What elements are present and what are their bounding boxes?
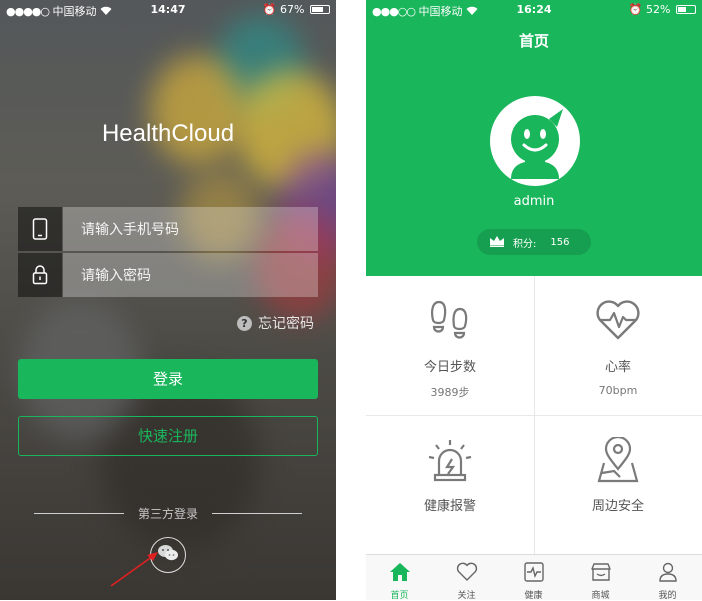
background-blur	[150, 55, 245, 165]
tab-label: 商城	[591, 591, 610, 601]
card-title: 今日步数	[423, 360, 476, 375]
card-title: 心率	[604, 360, 631, 375]
forgot-password-link[interactable]: ? 忘记密码	[237, 313, 314, 333]
app-title: HealthCloud	[101, 120, 235, 147]
card-value: 70bpm	[598, 384, 638, 397]
points-value: 156	[550, 236, 570, 248]
tab-mine[interactable]: 我的	[634, 555, 701, 601]
tab-store[interactable]: 商城	[567, 555, 634, 601]
divider	[212, 513, 302, 514]
battery-percent: 67%	[280, 3, 305, 16]
tab-label: 健康	[524, 591, 543, 601]
footsteps-icon	[366, 298, 534, 344]
password-input[interactable]	[63, 253, 318, 297]
page-title: 首页	[518, 32, 549, 50]
phone-icon	[18, 207, 62, 251]
crown-icon	[489, 235, 505, 250]
question-icon: ?	[237, 315, 252, 331]
register-button[interactable]: 快速注册	[18, 416, 318, 456]
avatar-face-icon	[511, 109, 563, 179]
heartbeat-icon	[534, 298, 702, 344]
points-label: 积分:	[513, 238, 537, 250]
status-bar: ●●●○○ 中国移动 16:24 ⏰ 52%	[366, 0, 702, 20]
alarm-icon	[366, 437, 534, 483]
battery-percent: 52%	[646, 3, 671, 16]
battery-icon	[676, 5, 696, 14]
avatar[interactable]	[490, 96, 580, 186]
tab-home[interactable]: 首页	[366, 555, 433, 601]
store-icon	[567, 562, 634, 584]
tab-follow[interactable]: 关注	[433, 555, 500, 601]
status-bar: ●●●●○ 中国移动 14:47 ⏰ 67%	[0, 0, 336, 20]
card-health-alert[interactable]: 健康报警	[366, 415, 534, 554]
tab-health[interactable]: 健康	[500, 555, 567, 601]
annotation-arrow	[110, 552, 158, 587]
card-value: 3989步	[430, 386, 470, 399]
card-steps[interactable]: 今日步数 3989步	[366, 276, 534, 415]
tab-label: 首页	[390, 591, 409, 601]
card-title: 健康报警	[423, 499, 476, 514]
points-badge[interactable]: 积分: 156	[477, 229, 591, 255]
forgot-password-label: 忘记密码	[258, 316, 314, 332]
card-nearby-safety[interactable]: 周边安全	[534, 415, 702, 554]
alarm-clock-icon: ⏰	[262, 3, 277, 16]
password-field-group	[18, 253, 318, 297]
user-icon	[634, 562, 701, 584]
login-button[interactable]: 登录	[18, 359, 318, 399]
lock-icon	[18, 253, 62, 297]
phone-input[interactable]	[63, 207, 318, 251]
home-screen: ●●●○○ 中国移动 16:24 ⏰ 52% 首页 admin 积分: 156	[366, 0, 702, 601]
phone-field-group	[18, 207, 318, 251]
tab-label: 关注	[457, 591, 476, 601]
login-screen: ●●●●○ 中国移动 14:47 ⏰ 67% HealthCloud ? 忘记密…	[0, 0, 336, 600]
tab-bar: 首页 关注 健康 商城 我的	[366, 554, 702, 601]
card-heart-rate[interactable]: 心率 70bpm	[534, 276, 702, 415]
heart-icon	[433, 562, 500, 584]
username: admin	[513, 194, 555, 209]
feature-grid: 今日步数 3989步 心率 70bpm 健康报警 周边安全	[366, 276, 702, 554]
health-icon	[500, 562, 567, 584]
alarm-clock-icon: ⏰	[628, 3, 643, 16]
tab-label: 我的	[658, 591, 677, 601]
card-title: 周边安全	[591, 499, 644, 514]
battery-icon	[310, 5, 330, 14]
map-pin-icon	[534, 437, 702, 483]
home-icon	[366, 562, 433, 584]
